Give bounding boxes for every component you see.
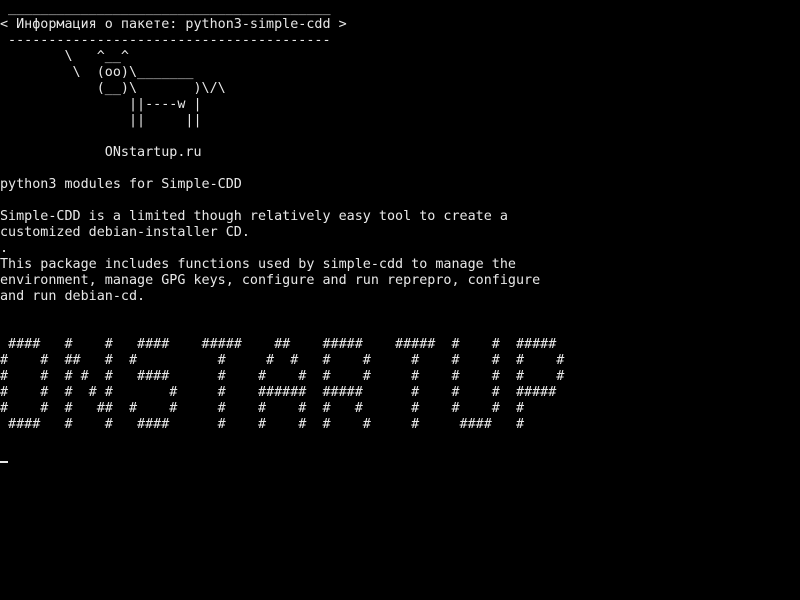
speech-bubble-top-border: ________________________________________ — [0, 1, 331, 16]
cow-ascii-art: \ ^__^ \ (oo)\_______ (__)\ )\/\ ||----w… — [64, 49, 226, 128]
terminal-screen[interactable]: ________________________________________… — [0, 0, 800, 600]
speech-bubble-bottom-border: ---------------------------------------- — [0, 33, 331, 48]
description-separator: . — [0, 241, 9, 256]
text-cursor — [0, 461, 8, 463]
banner-ascii-art: #### # # #### ##### ## ##### ##### # # #… — [0, 337, 565, 432]
site-name: ONstartup.ru — [0, 145, 202, 160]
package-description-paragraph-1: Simple-CDD is a limited though relativel… — [0, 209, 508, 240]
speech-bubble-text: < Информация о пакете: python3-simple-cd… — [0, 17, 347, 32]
package-description-paragraph-2: This package includes functions used by … — [0, 257, 541, 304]
package-summary: python3 modules for Simple-CDD — [0, 177, 242, 192]
